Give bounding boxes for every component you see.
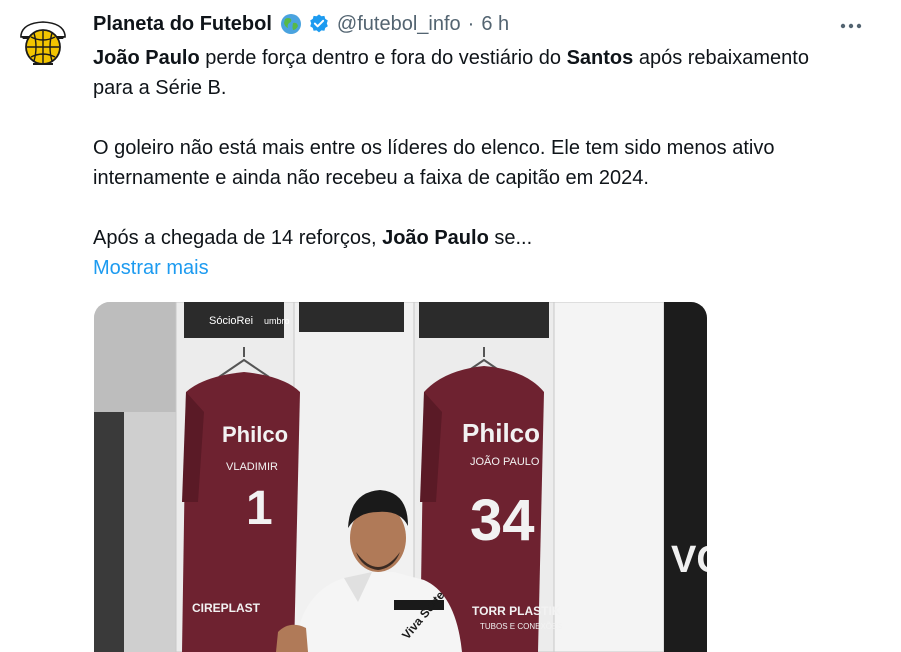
shirt-right-sponsor: Philco bbox=[462, 418, 540, 448]
separator-dot: · bbox=[467, 12, 475, 35]
banner-right-text: umbro bbox=[264, 316, 290, 326]
tweet-paragraph-3: Após a chegada de 14 reforços, João Paul… bbox=[93, 223, 823, 253]
text-span: se... bbox=[488, 227, 533, 249]
side-panel-text: VCD bbox=[671, 539, 707, 581]
banner-left-text: SócioRei bbox=[209, 315, 253, 327]
bold-text: João Paulo bbox=[93, 47, 200, 69]
tweet-paragraph-2: O goleiro não está mais entre os líderes… bbox=[93, 137, 775, 189]
show-more-link[interactable]: Mostrar mais bbox=[93, 253, 209, 283]
tweet-paragraph-1: João Paulo perde força dentro e fora do … bbox=[93, 43, 823, 103]
text-span: Após a chegada de 14 reforços, bbox=[93, 227, 383, 249]
bold-text: João Paulo bbox=[382, 227, 489, 249]
bold-text: Santos bbox=[566, 47, 634, 69]
globe-emoji-icon bbox=[280, 13, 302, 35]
shirt-left-number: 1 bbox=[246, 482, 273, 535]
planeta-do-futebol-logo bbox=[14, 13, 72, 71]
author-name[interactable]: Planeta do Futebol bbox=[93, 13, 272, 36]
shirt-right-bottom-sub: TUBOS E CONEXÕES bbox=[480, 622, 563, 631]
tweet-header: Planeta do Futebol @futebol_info · 6 h bbox=[93, 9, 509, 39]
shirt-left-sponsor: Philco bbox=[222, 422, 288, 447]
avatar[interactable] bbox=[14, 13, 72, 71]
text-span: perde força dentro e fora do vestiário d… bbox=[199, 47, 567, 69]
shirt-right-bottom-sponsor: TORR PLASTIK bbox=[472, 604, 561, 618]
shirt-right-number: 34 bbox=[470, 488, 535, 553]
tweet-media-image[interactable]: SócioRei umbro Philco VLADIMIR 1 CIREPLA… bbox=[94, 302, 707, 652]
verified-badge-icon[interactable] bbox=[308, 13, 330, 35]
shirt-left-name: VLADIMIR bbox=[226, 461, 278, 473]
tweet-time[interactable]: 6 h bbox=[481, 13, 509, 36]
tweet-text: João Paulo perde força dentro e fora do … bbox=[93, 43, 823, 253]
more-options-icon[interactable] bbox=[836, 13, 866, 39]
shirt-right-name: JOÃO PAULO bbox=[470, 455, 540, 468]
author-handle[interactable]: @futebol_info bbox=[337, 13, 461, 36]
shirt-left-bottom-sponsor: CIREPLAST bbox=[192, 601, 261, 615]
